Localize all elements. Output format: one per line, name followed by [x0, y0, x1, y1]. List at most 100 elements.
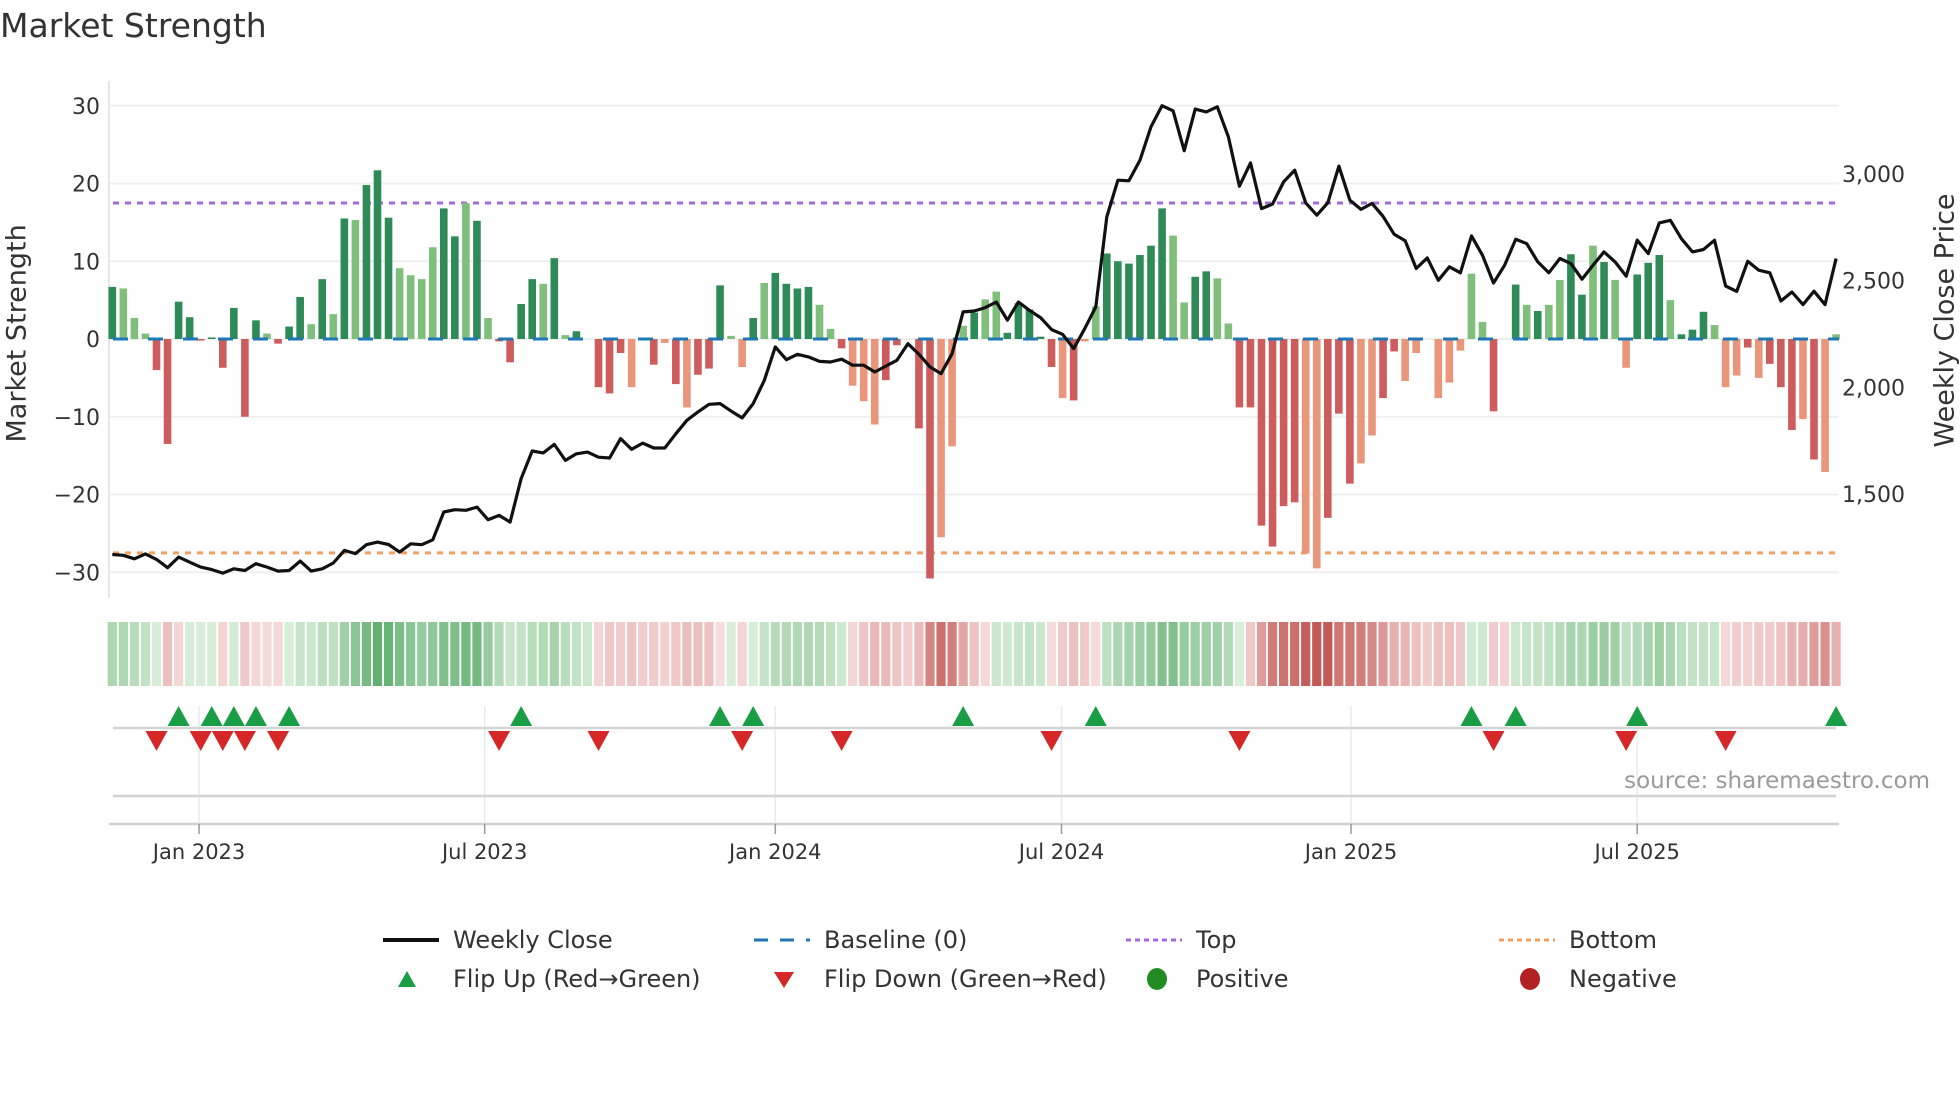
heat-cell	[604, 622, 615, 686]
bar-positive	[539, 283, 548, 339]
bar-positive	[727, 335, 735, 339]
x-tick-label: Jan 2025	[1303, 840, 1398, 864]
bar-positive	[473, 220, 481, 339]
heat-cell	[1709, 622, 1720, 686]
bar-negative	[1721, 339, 1730, 388]
heat-cell	[859, 622, 869, 686]
bar-negative	[1080, 339, 1089, 342]
bar-positive	[550, 258, 559, 339]
bar-positive	[528, 279, 536, 339]
dashed-line-icon	[754, 938, 810, 942]
heat-cell	[1124, 622, 1134, 686]
bar-positive	[1545, 304, 1553, 339]
heat-cell	[383, 622, 394, 686]
heat-cell	[1146, 622, 1156, 686]
y-tick-label: 10	[72, 250, 100, 275]
bar-positive	[484, 318, 492, 339]
heat-cell	[1312, 622, 1322, 686]
bar-positive	[1478, 321, 1487, 339]
bar-negative	[882, 339, 890, 381]
heat-cell	[1367, 622, 1377, 686]
bar-positive	[815, 304, 824, 339]
heat-cell	[1279, 622, 1289, 686]
heat-cell	[870, 622, 880, 686]
bar-positive	[1699, 311, 1708, 339]
bar-negative	[1821, 339, 1829, 472]
bar-positive	[395, 268, 404, 339]
legend-label: Bottom	[1569, 926, 1658, 954]
flip-down-marker	[1615, 731, 1638, 751]
legend-item-baseline: Baseline (0)	[752, 925, 967, 955]
bar-positive	[1180, 302, 1188, 339]
bar-negative	[1268, 339, 1277, 547]
bar-positive	[440, 208, 448, 339]
heat-cell	[1765, 622, 1775, 686]
y2-tick-label: 2,000	[1842, 376, 1905, 401]
bar-negative	[672, 339, 680, 385]
bar-positive	[782, 283, 791, 339]
heat-cell	[1577, 622, 1587, 686]
bar-positive	[406, 275, 415, 339]
market-strength-chart: −30 −20 −10 0 10 20 30 1,500 2,000 2,500 3,000 Jan …	[54, 81, 1905, 864]
y-tick-label: 20	[72, 173, 100, 198]
heat-cell	[284, 622, 294, 686]
dotted-line-icon	[1499, 938, 1555, 942]
heat-cell	[1599, 622, 1609, 686]
bar-negative	[241, 339, 249, 417]
bar-positive	[340, 218, 349, 339]
legend-item-negative: Negative	[1497, 964, 1677, 994]
heat-cell	[737, 622, 747, 686]
heat-cell	[1610, 622, 1620, 686]
bar-positive	[230, 307, 238, 339]
bar-negative	[1445, 339, 1454, 383]
bar-negative	[1743, 339, 1752, 348]
bar-negative	[1622, 339, 1630, 368]
heat-cell	[1809, 622, 1819, 686]
heat-cell	[372, 622, 383, 686]
bar-negative	[926, 339, 934, 579]
bar-positive	[1633, 274, 1641, 339]
y-tick-label: 0	[86, 328, 100, 353]
heat-cell	[1621, 622, 1631, 686]
flip-down-marker	[233, 731, 256, 751]
bar-negative	[1257, 339, 1266, 526]
bar-positive	[329, 314, 338, 339]
heat-cell	[1234, 622, 1244, 686]
heat-strip	[107, 622, 1841, 686]
bar-positive	[130, 318, 139, 339]
y-tick-label: −30	[54, 561, 100, 586]
bar-positive	[1522, 304, 1531, 339]
heat-cell	[450, 622, 460, 686]
bar-positive	[1114, 261, 1122, 339]
heat-cell	[1676, 622, 1686, 686]
bar-positive	[1611, 279, 1619, 339]
flip-down-marker	[189, 731, 212, 751]
heat-cell	[1544, 622, 1554, 686]
legend-label: Baseline (0)	[824, 926, 968, 954]
heat-cell	[792, 622, 802, 686]
solid-line-icon	[383, 938, 439, 942]
heat-cell	[803, 622, 814, 686]
legend-label: Top	[1196, 926, 1237, 954]
heat-cell	[704, 622, 714, 686]
heat-cell	[483, 622, 493, 686]
y2-tick-label: 3,000	[1842, 163, 1905, 188]
heat-cell	[174, 622, 184, 686]
heat-cell	[218, 622, 228, 686]
heat-cell	[1422, 622, 1432, 686]
heat-cell	[1135, 622, 1145, 686]
bar-positive	[362, 185, 371, 339]
heat-cell	[1643, 622, 1653, 686]
heat-cell	[1533, 622, 1543, 686]
heat-cell	[1157, 622, 1167, 686]
heat-cell	[593, 622, 604, 686]
heat-cell	[969, 622, 979, 686]
heat-cell	[682, 622, 692, 686]
heat-cell	[1721, 622, 1731, 686]
bar-negative	[594, 339, 603, 388]
heat-cell	[582, 622, 593, 686]
circle-icon	[1147, 968, 1167, 990]
x-tick-label: Jul 2023	[440, 840, 527, 864]
bar-positive	[351, 220, 360, 339]
heat-cell	[726, 622, 736, 686]
